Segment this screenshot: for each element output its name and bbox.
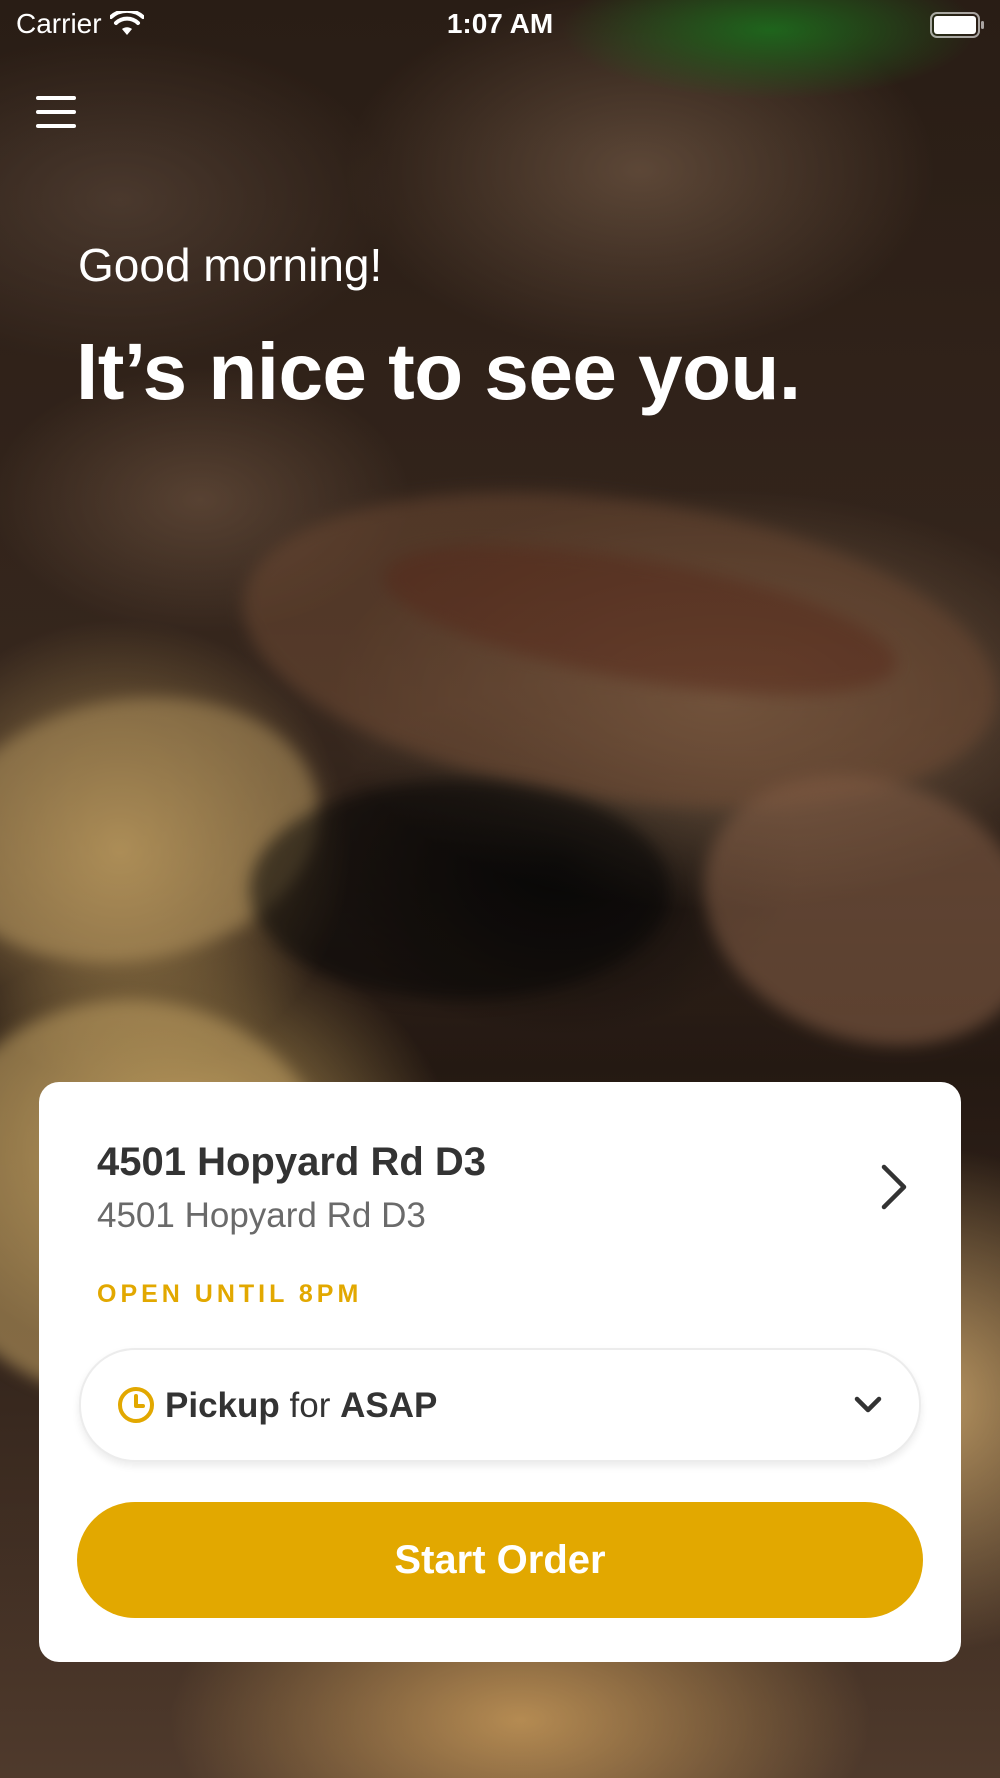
chevron-down-icon (854, 1396, 882, 1413)
greeting-text: Good morning! (78, 239, 383, 291)
store-address: 4501 Hopyard Rd D3 (97, 1196, 426, 1235)
order-time-label: Pickup for ASAP (165, 1386, 437, 1426)
battery-icon (930, 12, 984, 38)
status-bar: Carrier 1:07 AM (0, 0, 1000, 50)
order-time-dropdown[interactable]: Pickup for ASAP (79, 1348, 921, 1462)
welcome-headline: It’s nice to see you. (76, 327, 801, 416)
store-card: 4501 Hopyard Rd D3 4501 Hopyard Rd D3 OP… (39, 1082, 961, 1662)
status-time: 1:07 AM (446, 8, 554, 39)
order-time-value: ASAP (340, 1386, 438, 1425)
order-time-connector: for (289, 1386, 331, 1425)
start-order-button[interactable]: Start Order (77, 1502, 923, 1618)
store-hours: OPEN UNTIL 8PM (97, 1280, 363, 1308)
store-name: 4501 Hopyard Rd D3 (97, 1140, 487, 1184)
store-selector[interactable]: 4501 Hopyard Rd D3 4501 Hopyard Rd D3 (39, 1082, 961, 1252)
chevron-right-icon[interactable] (879, 1162, 909, 1212)
clock-icon (118, 1387, 154, 1423)
hamburger-menu-icon[interactable] (36, 92, 80, 132)
order-mode: Pickup (165, 1386, 280, 1425)
